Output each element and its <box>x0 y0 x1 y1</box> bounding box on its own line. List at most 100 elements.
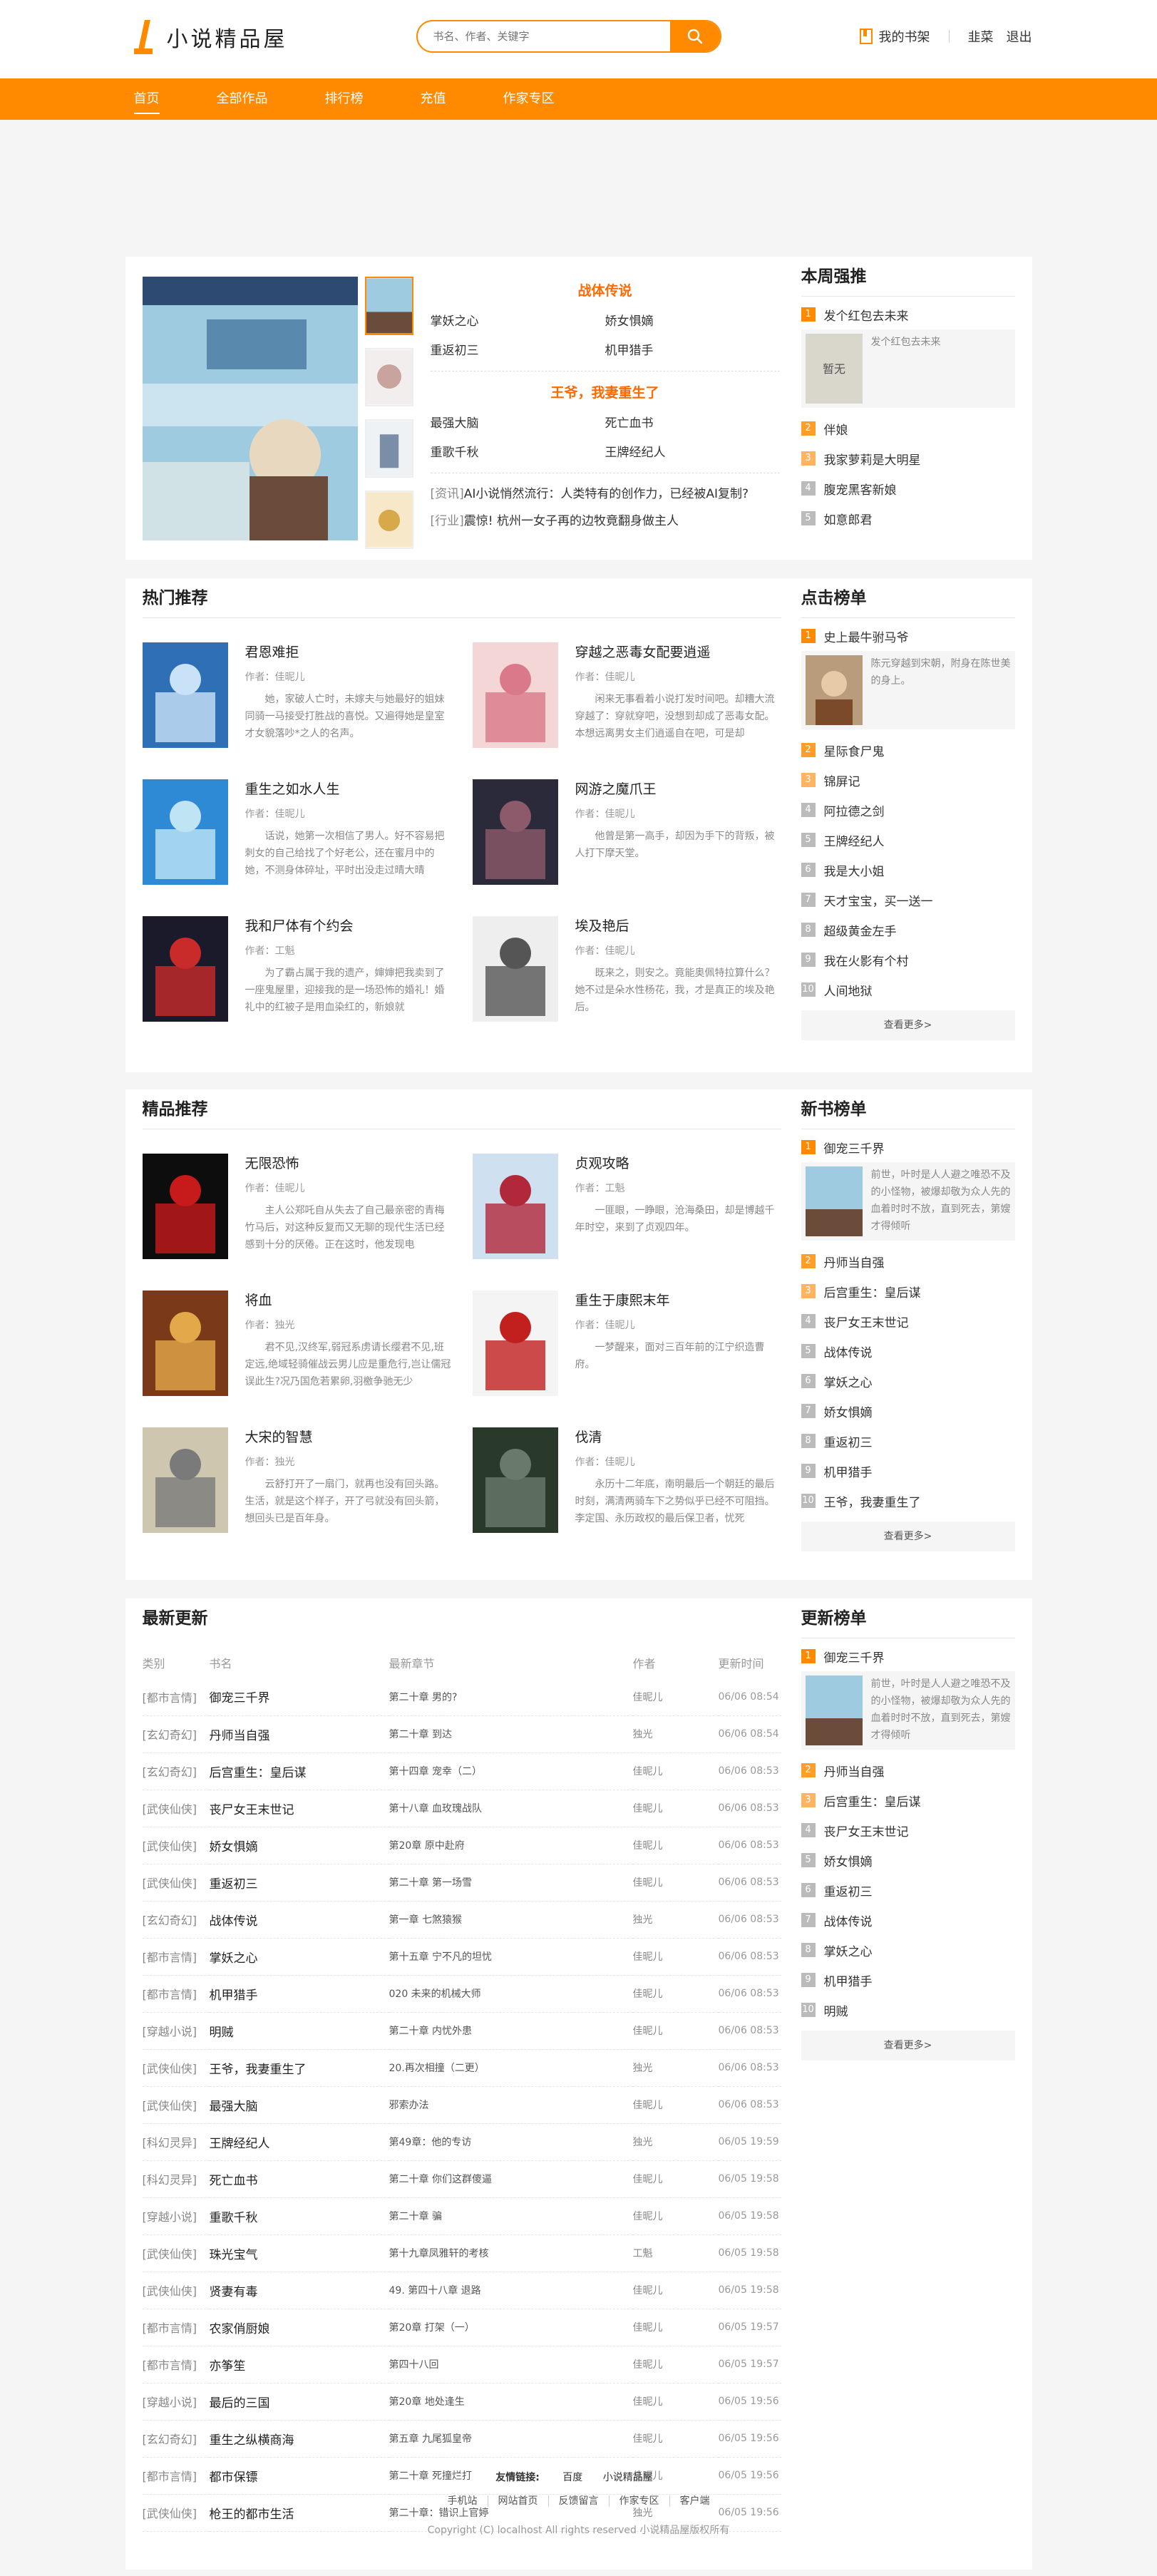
category-cell[interactable]: [玄幻奇幻] <box>142 1715 210 1753</box>
rank-item[interactable]: 2 丹师当自强 <box>801 1755 1015 1785</box>
username-link[interactable]: 韭菜 <box>968 27 994 46</box>
book-name-cell[interactable]: 农家俏厨娘 <box>209 2309 389 2346</box>
category-cell[interactable]: [武侠仙侠] <box>142 1864 210 1902</box>
book-card[interactable]: 大宋的智慧 作者：独光 云舒打开了一扇门，就再也没有回头路。生活，就是这个样子，开了… <box>142 1427 451 1533</box>
book-title[interactable]: 伐清 <box>575 1427 781 1447</box>
book-card[interactable]: 将血 作者：独光 君不见,汉终军,弱冠系虏请长缨君不见,班定远,绝域轻骑催战云男儿应… <box>142 1290 451 1396</box>
footer-link[interactable]: 网站首页 <box>488 2495 549 2507</box>
book-cover[interactable] <box>142 1290 228 1396</box>
news-item[interactable]: [资讯]AI小说悄然流行：人类特有的创作力，已经被AI复制? <box>431 481 780 508</box>
nav-all-works[interactable]: 全部作品 <box>217 78 268 120</box>
category-cell[interactable]: [都市言情] <box>142 1678 210 1716</box>
chapter-cell[interactable]: 第五章 九尾狐皇帝 <box>389 2420 633 2458</box>
book-title[interactable]: 重生之如水人生 <box>245 779 451 799</box>
chapter-cell[interactable]: 第20章 原中赴府 <box>389 1827 633 1864</box>
book-name-cell[interactable]: 掌妖之心 <box>209 1938 389 1976</box>
cover-thumb[interactable] <box>364 348 413 406</box>
book-name-cell[interactable]: 丧尸女王末世记 <box>209 1790 389 1827</box>
featured-book[interactable]: 死亡血书 <box>605 413 780 431</box>
book-cover[interactable] <box>472 1154 558 1259</box>
category-cell[interactable]: [穿越小说] <box>142 2197 210 2235</box>
featured-section-title[interactable]: 王爷，我妻重生了 <box>431 379 780 407</box>
book-card[interactable]: 重生于康熙末年 作者：佳昵儿 一梦醒来，面对三百年前的江宁织造曹府。 <box>472 1290 781 1396</box>
nav-author-zone[interactable]: 作家专区 <box>503 78 555 120</box>
rank-item[interactable]: 6 重返初三 <box>801 1875 1015 1905</box>
rank-item[interactable]: 5 王牌经纪人 <box>801 825 1015 855</box>
book-name-cell[interactable]: 重歌千秋 <box>209 2197 389 2235</box>
more-button[interactable]: 查看更多> <box>801 2031 1015 2061</box>
rank-item[interactable]: 2 星际食尸鬼 <box>801 735 1015 765</box>
rank-item[interactable]: 6 掌妖之心 <box>801 1366 1015 1396</box>
chapter-cell[interactable]: 第二十章 男的? <box>389 1678 633 1716</box>
book-name-cell[interactable]: 重返初三 <box>209 1864 389 1902</box>
category-cell[interactable]: [科幻灵异] <box>142 2160 210 2198</box>
book-name-cell[interactable]: 后宫重生：皇后谋 <box>209 1753 389 1790</box>
category-cell[interactable]: [武侠仙侠] <box>142 2272 210 2309</box>
book-name-cell[interactable]: 死亡血书 <box>209 2160 389 2198</box>
book-name-cell[interactable]: 珠光宝气 <box>209 2234 389 2272</box>
chapter-cell[interactable]: 第49章：他的专访 <box>389 2123 633 2161</box>
chapter-cell[interactable]: 49. 第四十八章 退路 <box>389 2272 633 2309</box>
book-name-cell[interactable]: 御宠三千界 <box>209 1678 389 1716</box>
book-card[interactable]: 贞观攻略 作者：工魁 一匪眼，一睁眼，沧海桑田，却是博越千年时空，来到了贞观四年。 <box>472 1154 781 1259</box>
book-name-cell[interactable]: 王爷，我妻重生了 <box>209 2049 389 2087</box>
search-input[interactable] <box>417 21 660 51</box>
rank-item[interactable]: 5 如意郎君 <box>801 503 1015 533</box>
featured-section-title[interactable]: 战体传说 <box>431 277 780 305</box>
rank-item[interactable]: 4 腹宠黑客新娘 <box>801 473 1015 503</box>
more-button[interactable]: 查看更多> <box>801 1010 1015 1040</box>
book-name-cell[interactable]: 重生之纵横商海 <box>209 2420 389 2458</box>
chapter-cell[interactable]: 20.再次相撞（二更） <box>389 2049 633 2087</box>
rank-item[interactable]: 3 后宫重生：皇后谋 <box>801 1276 1015 1306</box>
friend-link[interactable]: 百度 <box>562 2472 582 2483</box>
chapter-cell[interactable]: 第十四章 宠幸（二） <box>389 1753 633 1790</box>
rank-item[interactable]: 8 超级黄金左手 <box>801 915 1015 945</box>
book-name-cell[interactable]: 亦筝笙 <box>209 2346 389 2383</box>
rank-item[interactable]: 4 丧尸女王末世记 <box>801 1306 1015 1336</box>
book-title[interactable]: 重生于康熙末年 <box>575 1290 781 1310</box>
rank-item[interactable]: 7 天才宝宝，买一送一 <box>801 885 1015 915</box>
rank-item[interactable]: 9 机甲猎手 <box>801 1456 1015 1486</box>
rank-item[interactable]: 9 机甲猎手 <box>801 1965 1015 1995</box>
book-title[interactable]: 大宋的智慧 <box>245 1427 451 1447</box>
category-cell[interactable]: [科幻灵异] <box>142 2123 210 2161</box>
book-name-cell[interactable]: 最后的三国 <box>209 2383 389 2421</box>
book-card[interactable]: 无限恐怖 作者：佳昵儿 主人公郑吒自从失去了自己最亲密的青梅竹马后，对这种反复而又无… <box>142 1154 451 1259</box>
category-cell[interactable]: [都市言情] <box>142 2346 210 2383</box>
book-cover[interactable] <box>472 779 558 885</box>
rank-item[interactable]: 10 王爷，我妻重生了 <box>801 1486 1015 1516</box>
rank-item[interactable]: 10 明贼 <box>801 1995 1015 2025</box>
category-cell[interactable]: [都市言情] <box>142 1975 210 2013</box>
rank-top-item[interactable]: 1 御宠三千界 前世，叶时是人人避之唯恐不及的小怪物，被爆却敬为众人先的血着时时不… <box>801 1638 1015 1750</box>
logout-link[interactable]: 退出 <box>1007 27 1032 46</box>
chapter-cell[interactable]: 第十八章 血玫瑰战队 <box>389 1790 633 1827</box>
chapter-cell[interactable]: 第二十章 到达 <box>389 1715 633 1753</box>
category-cell[interactable]: [穿越小说] <box>142 2383 210 2421</box>
rank-item[interactable]: 8 掌妖之心 <box>801 1935 1015 1965</box>
cover-thumb[interactable] <box>364 277 413 335</box>
rank-item[interactable]: 3 我家萝莉是大明星 <box>801 443 1015 473</box>
chapter-cell[interactable]: 第二十章 骗 <box>389 2197 633 2235</box>
rank-item[interactable]: 7 娇女惧嫡 <box>801 1396 1015 1426</box>
featured-book[interactable]: 掌妖之心 <box>431 311 605 329</box>
rank-top-item[interactable]: 1 史上最牛驸马爷 陈元穿越到宋朝，附身在陈世美的身上。 <box>801 618 1015 729</box>
rank-item[interactable]: 3 锦屏记 <box>801 765 1015 795</box>
book-cover[interactable] <box>142 779 228 885</box>
category-cell[interactable]: [武侠仙侠] <box>142 1827 210 1864</box>
cover-thumb[interactable] <box>364 491 413 549</box>
chapter-cell[interactable]: 第二十章 内忧外患 <box>389 2012 633 2050</box>
rank-item[interactable]: 3 后宫重生：皇后谋 <box>801 1785 1015 1815</box>
featured-book[interactable]: 机甲猎手 <box>605 340 780 358</box>
category-cell[interactable]: [武侠仙侠] <box>142 1790 210 1827</box>
rank-item[interactable]: 8 重返初三 <box>801 1426 1015 1456</box>
rank-top-item[interactable]: 1 御宠三千界 前世，叶时是人人避之唯恐不及的小怪物，被爆却敬为众人先的血着时时不… <box>801 1129 1015 1241</box>
category-cell[interactable]: [穿越小说] <box>142 2012 210 2050</box>
nav-ranking[interactable]: 排行榜 <box>325 78 364 120</box>
book-title[interactable]: 将血 <box>245 1290 451 1310</box>
book-card[interactable]: 重生之如水人生 作者：佳昵儿 话说，她第一次相信了男人。好不容易把刺女的自己给找了个… <box>142 779 451 885</box>
rank-item[interactable]: 6 我是大小姐 <box>801 855 1015 885</box>
book-name-cell[interactable]: 王牌经纪人 <box>209 2123 389 2161</box>
chapter-cell[interactable]: 第十九章凤雅轩的考核 <box>389 2234 633 2272</box>
book-card[interactable]: 我和尸体有个约会 作者：工魁 为了霸占属于我的遗产，婶婶把我卖到了一座鬼屋里，迎接我… <box>142 916 451 1022</box>
book-name-cell[interactable]: 明贼 <box>209 2012 389 2050</box>
